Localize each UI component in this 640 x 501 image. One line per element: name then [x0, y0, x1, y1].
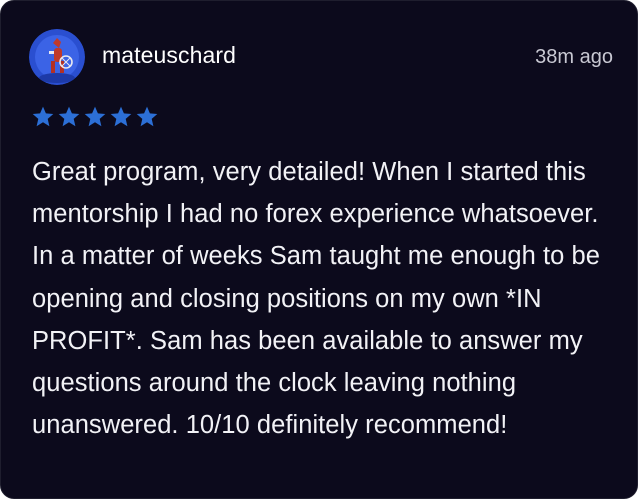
star-icon: [57, 105, 83, 131]
avatar-icon: [29, 29, 85, 85]
star-icon: [83, 105, 109, 131]
timestamp: 38m ago: [535, 46, 613, 68]
avatar[interactable]: [29, 29, 85, 85]
review-card: mateuschard 38m ago Great program, very …: [0, 0, 638, 499]
star-icon: [31, 105, 57, 131]
username[interactable]: mateuschard: [102, 41, 236, 69]
star-icon: [135, 105, 161, 131]
star-icon: [109, 105, 135, 131]
star-rating: [31, 105, 161, 131]
review-text: Great program, very detailed! When I sta…: [32, 158, 600, 440]
